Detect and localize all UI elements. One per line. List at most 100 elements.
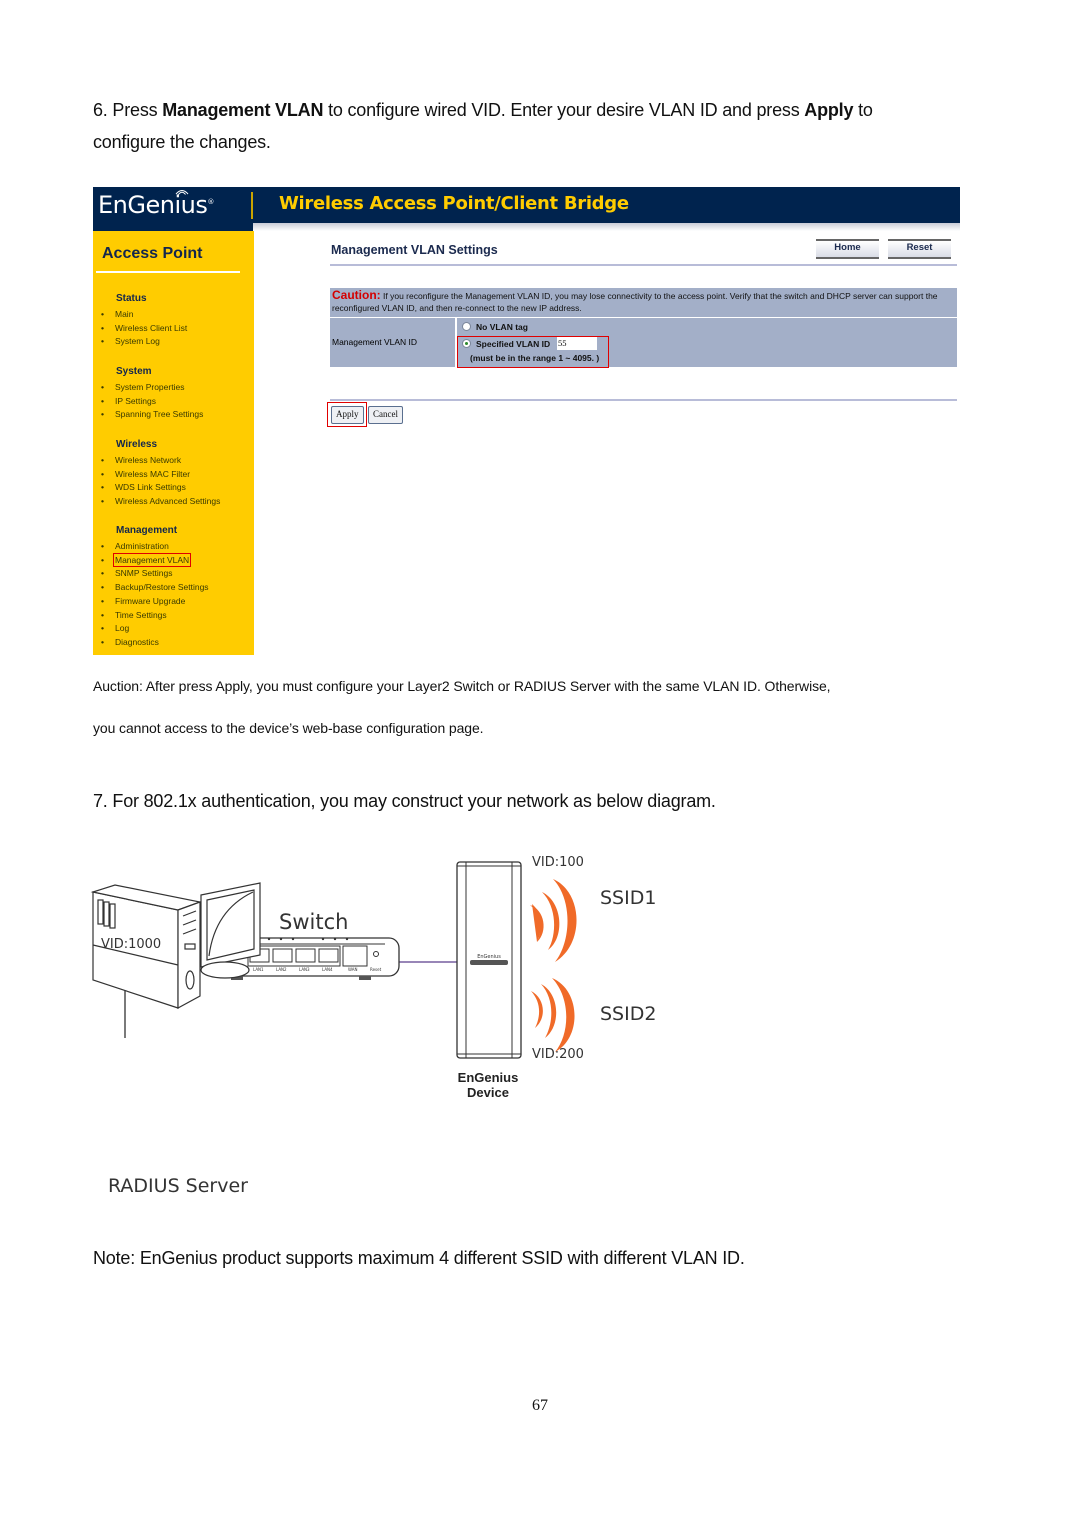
ssid2-vid-label: VID:200	[532, 1047, 584, 1062]
bullet-icon: •	[101, 623, 104, 634]
header-separator	[251, 192, 253, 219]
sidebar-item-label: WDS Link Settings	[115, 482, 186, 493]
form-divider	[330, 399, 957, 401]
sidebar-item-system-properties[interactable]: • System Properties	[101, 382, 184, 392]
sidebar-item-management-vlan[interactable]: • Management VLAN	[101, 552, 192, 567]
sidebar-section-management: Management	[116, 525, 178, 536]
sidebar-item-label: Spanning Tree Settings	[115, 409, 204, 420]
switch-port-label: WAN	[348, 967, 357, 972]
switch-port-label: LAN2	[276, 967, 287, 972]
brand-name: EnGenius	[98, 191, 208, 219]
device-label-line2: Device	[467, 1085, 509, 1100]
step6-line2: configure the changes.	[93, 132, 271, 152]
switch-port-label: LAN4	[322, 967, 333, 972]
sidebar-item-firmware-upgrade[interactable]: • Firmware Upgrade	[101, 596, 185, 606]
highlight-box-specified-vlan	[457, 336, 609, 368]
bullet-icon: •	[101, 595, 104, 606]
switch-port-label: LAN1	[253, 967, 264, 972]
vlan-id-row: Management VLAN ID No VLAN tag Specified…	[330, 318, 957, 367]
cancel-button[interactable]: Cancel	[368, 406, 403, 424]
sidebar-item-spanning-tree-settings[interactable]: • Spanning Tree Settings	[101, 409, 203, 419]
sidebar-item-wireless-advanced-settings[interactable]: • Wireless Advanced Settings	[101, 496, 220, 506]
sidebar-section-system: System	[116, 366, 152, 377]
management-vlan-screenshot: EnGenius® Wireless Access Point/Client B…	[93, 187, 960, 655]
auction-note-line2: you cannot access to the device’s web-ba…	[93, 720, 484, 736]
sidebar-item-wireless-mac-filter[interactable]: • Wireless MAC Filter	[101, 469, 190, 479]
sidebar-item-label: Log	[115, 623, 130, 634]
sidebar-item-label: Wireless MAC Filter	[115, 468, 191, 479]
ssid2-label: SSID2	[600, 1003, 657, 1025]
step6-text: to	[853, 100, 873, 120]
sidebar-item-wireless-client-list[interactable]: • Wireless Client List	[101, 323, 187, 333]
wifi-logo-icon	[175, 190, 189, 195]
bullet-icon: •	[101, 468, 104, 479]
home-button[interactable]: Home	[816, 239, 879, 259]
caution-text: If you reconfigure the Management VLAN I…	[332, 291, 938, 313]
sidebar-item-main[interactable]: • Main	[101, 309, 133, 319]
bullet-icon: •	[101, 395, 104, 406]
note-paragraph: Note: EnGenius product supports maximum …	[93, 1248, 745, 1268]
sidebar-item-log[interactable]: • Log	[101, 623, 129, 633]
sidebar-section-wireless: Wireless	[116, 439, 158, 450]
title-divider	[330, 264, 957, 266]
sidebar-item-time-settings[interactable]: • Time Settings	[101, 610, 167, 620]
sidebar-item-wds-link-settings[interactable]: • WDS Link Settings	[101, 482, 186, 492]
sidebar-item-administration[interactable]: • Administration	[101, 541, 169, 551]
step6-bold-apply: Apply	[804, 100, 854, 120]
caution-message: Caution: If you reconfigure the Manageme…	[330, 288, 957, 317]
sidebar-item-label: IP Settings	[115, 395, 156, 406]
header-shadow	[253, 223, 960, 231]
sidebar-title-underline	[96, 271, 240, 273]
switch-label: Switch	[279, 910, 349, 934]
caution-label: Caution:	[332, 288, 381, 302]
ssid1-label: SSID1	[600, 887, 657, 909]
switch-vid-label: VID:1000	[101, 937, 162, 952]
sidebar-item-diagnostics[interactable]: • Diagnostics	[101, 637, 159, 647]
app-title: Wireless Access Point/Client Bridge	[279, 193, 629, 214]
no-vlan-tag-label: No VLAN tag	[476, 322, 528, 332]
reset-button[interactable]: Reset	[888, 239, 951, 259]
ssid2-wireless-waves-icon	[531, 978, 575, 1052]
sidebar-corner	[93, 223, 254, 231]
sidebar-item-system-log[interactable]: • System Log	[101, 336, 160, 346]
vlan-id-label: Management VLAN ID	[330, 318, 455, 367]
switch-port-label: LAN3	[299, 967, 310, 972]
sidebar-item-wireless-network[interactable]: • Wireless Network	[101, 455, 181, 465]
bullet-icon: •	[101, 482, 104, 493]
brand-registered-mark: ®	[207, 198, 214, 206]
step6-bold-management-vlan: Management VLAN	[162, 100, 324, 120]
sidebar-item-label: Wireless Advanced Settings	[115, 496, 221, 507]
sidebar-item-ip-settings[interactable]: • IP Settings	[101, 396, 156, 406]
network-diagram: DC-INLAN1LAN2 LAN3LAN4WANReset EnGenius	[85, 850, 685, 1210]
device-label-line1: EnGenius	[457, 1070, 519, 1085]
step6-text: to configure wired VID. Enter your desir…	[323, 100, 805, 120]
ssid1-vid-label: VID:100	[532, 855, 584, 870]
highlight-box-apply	[327, 402, 367, 427]
radius-server-label: RADIUS Server	[108, 1175, 248, 1197]
device-logo-text: EnGenius	[477, 954, 501, 960]
no-vlan-tag-radio[interactable]	[462, 322, 471, 331]
sidebar-item-label: System Properties	[115, 382, 185, 392]
sidebar-item-label: SNMP Settings	[115, 568, 173, 579]
bullet-icon: •	[101, 409, 104, 420]
ssid1-wireless-waves-icon	[530, 879, 577, 962]
switch-port-label: Reset	[370, 967, 382, 972]
bullet-icon: •	[101, 455, 104, 465]
sidebar-item-label: Diagnostics	[115, 636, 159, 647]
header-bar: EnGenius® Wireless Access Point/Client B…	[93, 187, 960, 223]
page-title: Management VLAN Settings	[331, 243, 498, 257]
step6-paragraph: 6. Press Management VLAN to configure wi…	[93, 94, 873, 158]
bullet-icon: •	[101, 382, 104, 392]
bullet-icon: •	[101, 496, 104, 507]
sidebar-item-label: Management VLAN	[112, 552, 192, 567]
sidebar-item-backup-restore-settings[interactable]: • Backup/Restore Settings	[101, 582, 209, 592]
sidebar: Access Point Status • Main • Wireless Client…	[93, 231, 254, 655]
sidebar-item-label: Backup/Restore Settings	[115, 582, 209, 593]
sidebar-item-snmp-settings[interactable]: • SNMP Settings	[101, 568, 172, 578]
sidebar-title: Access Point	[102, 245, 203, 262]
sidebar-item-label: Time Settings	[115, 609, 167, 620]
step6-text: 6. Press	[93, 100, 163, 120]
sidebar-item-label: Wireless Client List	[115, 322, 188, 333]
sidebar-item-label: Firmware Upgrade	[115, 595, 186, 606]
sidebar-item-label: System Log	[115, 336, 160, 347]
